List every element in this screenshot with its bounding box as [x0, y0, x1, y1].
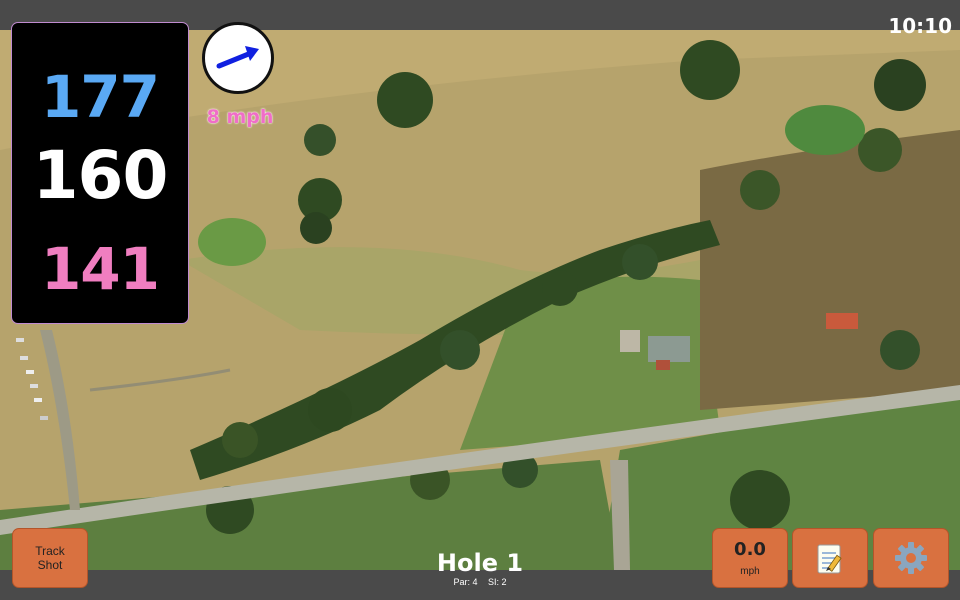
- hole-stroke-index: SI: 2: [488, 577, 507, 587]
- back-of-green-distance: 177: [40, 63, 160, 131]
- notepad-icon: [817, 544, 842, 574]
- wind-meter-value: 0.0: [734, 539, 766, 560]
- track-shot-button[interactable]: Track Shot: [12, 528, 88, 588]
- hole-par: Par: 4: [453, 577, 478, 587]
- track-shot-label-line2: Shot: [37, 558, 63, 572]
- wind-meter-button[interactable]: 0.0 mph: [712, 528, 788, 588]
- gear-icon: [895, 542, 927, 574]
- wind-direction-indicator: [202, 22, 274, 94]
- status-time: 10:10: [888, 14, 952, 38]
- settings-button[interactable]: [873, 528, 949, 588]
- arrow-east-northeast-icon: [216, 46, 259, 69]
- distance-panel: 177 160 141: [11, 22, 189, 324]
- hole-info: Par: 4 SI: 2: [400, 577, 560, 587]
- wind-speed-label: 8 mph: [206, 106, 274, 128]
- middle-of-green-distance: 160: [32, 137, 169, 214]
- wind-meter-unit: mph: [740, 566, 760, 577]
- track-shot-label-line1: Track: [35, 544, 65, 558]
- scorecard-notes-button[interactable]: [792, 528, 868, 588]
- front-of-green-distance: 141: [40, 235, 160, 303]
- hole-title: Hole 1: [436, 549, 524, 577]
